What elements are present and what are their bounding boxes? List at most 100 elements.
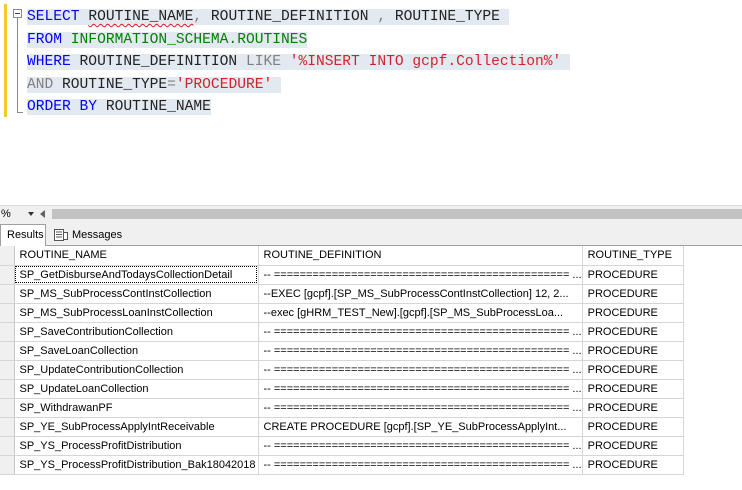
- cell-routine-definition[interactable]: -- =====================================…: [258, 360, 583, 380]
- cell-routine-definition[interactable]: -- =====================================…: [258, 322, 583, 342]
- cell-routine-definition[interactable]: -- =====================================…: [258, 436, 583, 456]
- sql-token: INFORMATION_SCHEMA.ROUTINES: [70, 31, 308, 48]
- cell-routine-definition[interactable]: --EXEC [gcpf].[SP_MS_SubProcessContInstC…: [258, 284, 583, 304]
- scrollbar-thumb[interactable]: [52, 209, 742, 219]
- cell-routine-type[interactable]: PROCEDURE: [582, 398, 684, 418]
- table-row[interactable]: SP_UpdateContributionCollection -- ======…: [0, 360, 684, 380]
- table-row[interactable]: SP_YS_ProcessProfitDistribution -- ======…: [0, 436, 684, 456]
- sql-token: ,: [377, 9, 387, 25]
- row-header[interactable]: [0, 360, 15, 380]
- sql-token: =: [167, 76, 176, 93]
- code-line[interactable]: SELECT ROUTINE_NAME, ROUTINE_DEFINITION …: [27, 6, 570, 29]
- sql-token: AND: [27, 76, 54, 93]
- messages-icon: [54, 229, 68, 241]
- query-editor[interactable]: SELECT ROUTINE_NAME, ROUTINE_DEFINITION …: [0, 0, 742, 200]
- cell-routine-name[interactable]: SP_UpdateLoanCollection: [14, 379, 259, 399]
- code-line[interactable]: WHERE ROUTINE_DEFINITION LIKE '%INSERT I…: [27, 51, 571, 74]
- table-row[interactable]: SP_UpdateLoanCollection -- ==============…: [0, 379, 684, 399]
- sql-token: ROUTINE_NAME: [97, 99, 211, 116]
- code-line[interactable]: ORDER BY ROUTINE_NAME: [27, 96, 570, 119]
- cell-routine-type[interactable]: PROCEDURE: [582, 417, 684, 437]
- column-header-routine-type[interactable]: ROUTINE_TYPE: [582, 246, 684, 266]
- cell-routine-type[interactable]: PROCEDURE: [582, 455, 684, 475]
- cell-routine-definition[interactable]: -- =====================================…: [258, 455, 583, 475]
- column-header-routine-name[interactable]: ROUTINE_NAME: [14, 246, 259, 266]
- sql-token: ROUTINE_TYPE: [386, 9, 509, 25]
- selected-text: AND ROUTINE_TYPE='PROCEDURE': [27, 76, 282, 93]
- row-header[interactable]: [0, 322, 15, 342]
- collapse-icon[interactable]: [13, 9, 22, 18]
- sql-token: FROM: [27, 31, 63, 48]
- cell-routine-name[interactable]: SP_GetDisburseAndTodaysCollectionDetail: [14, 265, 259, 285]
- sql-token: SELECT: [27, 9, 80, 25]
- zoom-value: %: [1, 208, 11, 220]
- row-header[interactable]: [0, 341, 15, 361]
- row-header[interactable]: [0, 265, 15, 285]
- cell-routine-name[interactable]: SP_MS_SubProcessContInstCollection: [14, 284, 259, 304]
- table-row[interactable]: SP_WithdrawanPF -- ======================…: [0, 398, 684, 418]
- cell-routine-type[interactable]: PROCEDURE: [582, 379, 684, 399]
- cell-routine-name[interactable]: SP_YE_SubProcessApplyIntReceivable: [14, 417, 259, 437]
- sql-token: ROUTINE_TYPE: [53, 76, 168, 93]
- selected-text: ORDER BY ROUTINE_NAME: [27, 99, 211, 116]
- sql-code[interactable]: SELECT ROUTINE_NAME, ROUTINE_DEFINITION …: [27, 6, 571, 119]
- cell-routine-definition[interactable]: -- =====================================…: [258, 379, 583, 399]
- table-row[interactable]: SP_YE_SubProcessApplyIntReceivable CREATE…: [0, 417, 684, 437]
- selected-text: WHERE ROUTINE_DEFINITION LIKE '%INSERT I…: [27, 54, 571, 71]
- code-line[interactable]: FROM INFORMATION_SCHEMA.ROUTINES: [27, 29, 570, 52]
- sql-token: ROUTINE_DEFINITION: [202, 9, 378, 25]
- chevron-down-icon[interactable]: [28, 212, 34, 216]
- scroll-left-icon[interactable]: [40, 210, 45, 218]
- sql-token: ,: [193, 9, 203, 25]
- cell-routine-type[interactable]: PROCEDURE: [582, 360, 684, 380]
- cell-routine-name[interactable]: SP_UpdateContributionCollection: [14, 360, 259, 380]
- row-header[interactable]: [0, 455, 15, 475]
- cell-routine-type[interactable]: PROCEDURE: [582, 265, 684, 285]
- row-header[interactable]: [0, 436, 15, 456]
- row-header[interactable]: [0, 284, 15, 304]
- cell-routine-definition[interactable]: -- =====================================…: [258, 341, 583, 361]
- sql-token: LIKE: [245, 54, 281, 71]
- cell-routine-type[interactable]: PROCEDURE: [582, 303, 684, 323]
- row-header[interactable]: [0, 379, 15, 399]
- tab-messages[interactable]: Messages: [48, 225, 128, 246]
- table-row[interactable]: SP_SaveLoanCollection -- ================…: [0, 341, 684, 361]
- table-row[interactable]: SP_MS_SubProcessLoanInstCollection --exec…: [0, 303, 684, 323]
- cell-routine-name[interactable]: SP_MS_SubProcessLoanInstCollection: [14, 303, 259, 323]
- column-header-routine-definition[interactable]: ROUTINE_DEFINITION: [258, 246, 583, 266]
- cell-routine-type[interactable]: PROCEDURE: [582, 284, 684, 304]
- sql-token: WHERE: [27, 54, 71, 71]
- row-header[interactable]: [0, 303, 15, 323]
- tab-results-label: Results: [7, 229, 44, 241]
- table-row[interactable]: SP_MS_SubProcessContInstCollection --EXEC…: [0, 284, 684, 304]
- results-grid[interactable]: ROUTINE_NAME ROUTINE_DEFINITION ROUTINE_…: [0, 246, 742, 490]
- row-header[interactable]: [0, 417, 15, 437]
- cell-routine-type[interactable]: PROCEDURE: [582, 436, 684, 456]
- table-row[interactable]: SP_GetDisburseAndTodaysCollectionDetail -…: [0, 265, 684, 285]
- cell-routine-definition[interactable]: -- =====================================…: [258, 265, 583, 285]
- cell-routine-name[interactable]: SP_SaveContributionCollection: [14, 322, 259, 342]
- cell-routine-name[interactable]: SP_YS_ProcessProfitDistribution: [14, 436, 259, 456]
- code-line[interactable]: AND ROUTINE_TYPE='PROCEDURE': [27, 74, 570, 97]
- zoom-dropdown[interactable]: %: [0, 206, 36, 222]
- cell-routine-type[interactable]: PROCEDURE: [582, 341, 684, 361]
- cell-routine-definition[interactable]: CREATE PROCEDURE [gcpf].[SP_YE_SubProces…: [258, 417, 583, 437]
- cell-routine-definition[interactable]: --exec [gHRM_TEST_New].[gcpf].[SP_MS_Sub…: [258, 303, 583, 323]
- table-row[interactable]: SP_YS_ProcessProfitDistribution_Bak18042…: [0, 455, 684, 475]
- cell-routine-name[interactable]: SP_WithdrawanPF: [14, 398, 259, 418]
- cell-routine-type[interactable]: PROCEDURE: [582, 322, 684, 342]
- select-all-corner[interactable]: [0, 246, 15, 266]
- cell-routine-definition[interactable]: -- =====================================…: [258, 398, 583, 418]
- results-tabbar: Results Messages: [0, 222, 742, 246]
- tab-messages-label: Messages: [72, 229, 123, 241]
- cell-routine-name[interactable]: SP_SaveLoanCollection: [14, 341, 259, 361]
- tab-results[interactable]: Results: [0, 224, 46, 246]
- row-header[interactable]: [0, 398, 15, 418]
- cell-routine-name[interactable]: SP_YS_ProcessProfitDistribution_Bak18042…: [14, 455, 259, 475]
- table-row[interactable]: SP_SaveContributionCollection -- ========…: [0, 322, 684, 342]
- outline-line-end: [17, 112, 23, 113]
